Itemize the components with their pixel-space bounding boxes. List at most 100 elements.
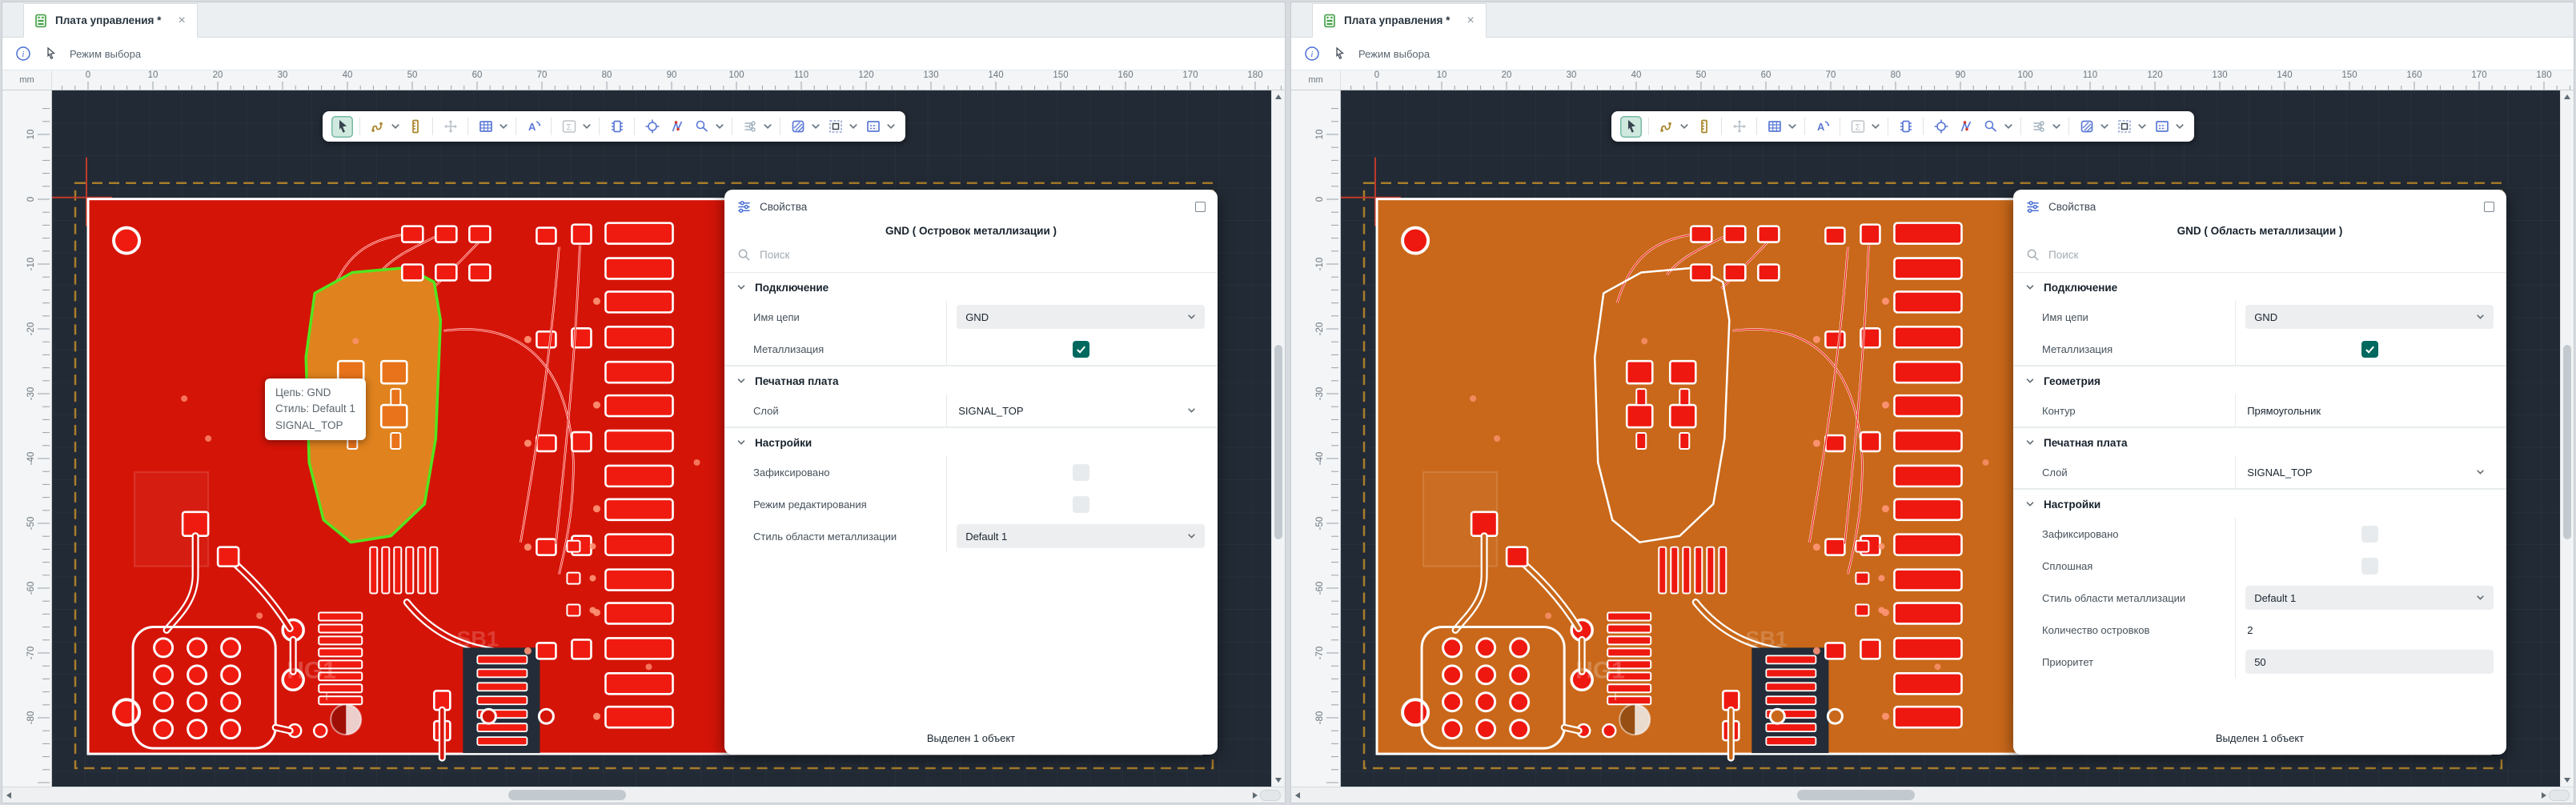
- move-selected-icon[interactable]: [439, 116, 461, 138]
- metallization-checkbox[interactable]: [2361, 341, 2378, 358]
- scroll-right-icon[interactable]: [2542, 792, 2546, 799]
- measure-ruler-icon[interactable]: [404, 116, 426, 138]
- fixed-checkbox[interactable]: [2361, 526, 2378, 543]
- chevron-down-icon[interactable]: [715, 122, 724, 130]
- chevron-down-icon[interactable]: [582, 122, 592, 130]
- grid-settings-icon[interactable]: [475, 116, 496, 138]
- scroll-down-icon[interactable]: [1275, 778, 1282, 783]
- pour-style-select[interactable]: Default 1: [2245, 586, 2494, 610]
- select-cursor-icon[interactable]: [1620, 116, 1642, 138]
- vertical-scrollbar[interactable]: [2560, 90, 2574, 787]
- snap-to-center-icon[interactable]: [641, 116, 663, 138]
- chevron-down-icon[interactable]: [1679, 122, 1689, 130]
- polyline-segment-icon[interactable]: [666, 116, 688, 138]
- chevron-down-icon[interactable]: [2100, 122, 2109, 130]
- measure-ruler-icon[interactable]: [1693, 116, 1715, 138]
- pan-knob[interactable]: [1260, 790, 1281, 801]
- tab-close-icon[interactable]: ×: [1467, 14, 1474, 27]
- chevron-down-icon[interactable]: [2052, 122, 2061, 130]
- text-orientation-icon[interactable]: A: [523, 116, 544, 138]
- pan-knob[interactable]: [2549, 790, 2570, 801]
- route-interactive-icon[interactable]: [367, 116, 388, 138]
- select-mode-cursor-icon: [1331, 46, 1347, 62]
- edit-mode-checkbox[interactable]: [1073, 496, 1089, 513]
- scroll-right-icon[interactable]: [1253, 792, 1258, 799]
- select-cursor-icon[interactable]: [331, 116, 353, 138]
- scroll-up-icon[interactable]: [2564, 94, 2570, 99]
- tab-board-document[interactable]: Плата управления * ×: [1312, 3, 1487, 38]
- vertical-scrollbar[interactable]: [1271, 90, 1285, 787]
- plane-split-region-icon[interactable]: [2151, 116, 2173, 138]
- vertical-scroll-thumb[interactable]: [2563, 345, 2571, 539]
- section-header[interactable]: Настройки: [2013, 490, 2506, 518]
- horizontal-scrollbar[interactable]: [1291, 787, 2574, 803]
- section-header[interactable]: Подключение: [724, 273, 1218, 301]
- chevron-down-icon[interactable]: [1871, 122, 1880, 130]
- chevron-down-icon[interactable]: [849, 122, 858, 130]
- tab-close-icon[interactable]: ×: [178, 14, 185, 27]
- horizontal-scroll-thumb[interactable]: [508, 790, 626, 800]
- fixed-checkbox[interactable]: [1073, 464, 1089, 481]
- net-filter-icon[interactable]: [739, 116, 760, 138]
- net-name-select[interactable]: GND: [2245, 305, 2494, 329]
- chevron-down-icon[interactable]: [499, 122, 508, 130]
- component-placement-icon[interactable]: [606, 116, 628, 138]
- pcb-canvas[interactable]: +HG1SB1 A Σ: [1341, 90, 2560, 787]
- scroll-up-icon[interactable]: [1275, 94, 1282, 99]
- copper-pour-region-icon[interactable]: [787, 116, 809, 138]
- scroll-left-icon[interactable]: [6, 792, 11, 799]
- selection-status: Выделен 1 объект: [2013, 724, 2506, 755]
- polyline-segment-icon[interactable]: [1955, 116, 1976, 138]
- tab-board-document[interactable]: Плата управления * ×: [23, 3, 198, 38]
- chevron-down-icon[interactable]: [2137, 122, 2147, 130]
- section-header[interactable]: Подключение: [2013, 273, 2506, 301]
- float-panel-button[interactable]: [2484, 202, 2494, 212]
- search-input[interactable]: [758, 248, 1205, 262]
- metallization-checkbox[interactable]: [1073, 341, 1089, 358]
- horizontal-scrollbar[interactable]: [2, 787, 1285, 803]
- component-placement-icon[interactable]: [1895, 116, 1916, 138]
- horizontal-scroll-thumb[interactable]: [1797, 790, 1915, 800]
- info-icon[interactable]: i: [1304, 46, 1320, 62]
- plane-split-region-icon[interactable]: [862, 116, 884, 138]
- zoom-area-icon[interactable]: [1980, 116, 2001, 138]
- section-connection: Подключение Имя цепи GND Металлизация: [2013, 273, 2506, 365]
- layer-select[interactable]: SIGNAL_TOP: [2245, 460, 2494, 484]
- vertical-scroll-thumb[interactable]: [1274, 345, 1282, 539]
- info-icon[interactable]: i: [15, 46, 31, 62]
- snap-to-center-icon[interactable]: [1930, 116, 1952, 138]
- move-selected-icon[interactable]: [1728, 116, 1750, 138]
- section-header[interactable]: Печатная плата: [724, 366, 1218, 394]
- chevron-down-icon[interactable]: [811, 122, 821, 130]
- formula-editor-icon[interactable]: Σ: [1847, 116, 1868, 138]
- search-input[interactable]: [2047, 248, 2494, 262]
- section-header[interactable]: Геометрия: [2013, 366, 2506, 394]
- solid-checkbox[interactable]: [2361, 558, 2378, 575]
- priority-input[interactable]: [2245, 650, 2494, 674]
- chevron-down-icon[interactable]: [886, 122, 896, 130]
- scroll-left-icon[interactable]: [1295, 792, 1300, 799]
- route-interactive-icon[interactable]: [1655, 116, 1677, 138]
- layer-select[interactable]: SIGNAL_TOP: [957, 398, 1205, 423]
- net-name-select[interactable]: GND: [957, 305, 1205, 329]
- chevron-down-icon[interactable]: [763, 122, 772, 130]
- scroll-down-icon[interactable]: [2564, 778, 2570, 783]
- chevron-down-icon[interactable]: [391, 122, 400, 130]
- float-panel-button[interactable]: [1195, 202, 1206, 212]
- zoom-area-icon[interactable]: [691, 116, 712, 138]
- section-header[interactable]: Печатная плата: [2013, 428, 2506, 456]
- chevron-down-icon[interactable]: [2175, 122, 2185, 130]
- pcb-canvas[interactable]: +HG1SB1 A Σ: [52, 90, 1271, 787]
- keepout-region-icon[interactable]: [825, 116, 846, 138]
- toolbar-divider: [1648, 118, 1649, 135]
- section-header[interactable]: Настройки: [724, 428, 1218, 456]
- copper-pour-region-icon[interactable]: [2076, 116, 2097, 138]
- grid-settings-icon[interactable]: [1763, 116, 1785, 138]
- chevron-down-icon[interactable]: [2004, 122, 2013, 130]
- keepout-region-icon[interactable]: [2113, 116, 2135, 138]
- formula-editor-icon[interactable]: Σ: [558, 116, 580, 138]
- chevron-down-icon[interactable]: [1788, 122, 1797, 130]
- net-filter-icon[interactable]: [2028, 116, 2049, 138]
- pour-style-select[interactable]: Default 1: [957, 524, 1205, 548]
- text-orientation-icon[interactable]: A: [1812, 116, 1833, 138]
